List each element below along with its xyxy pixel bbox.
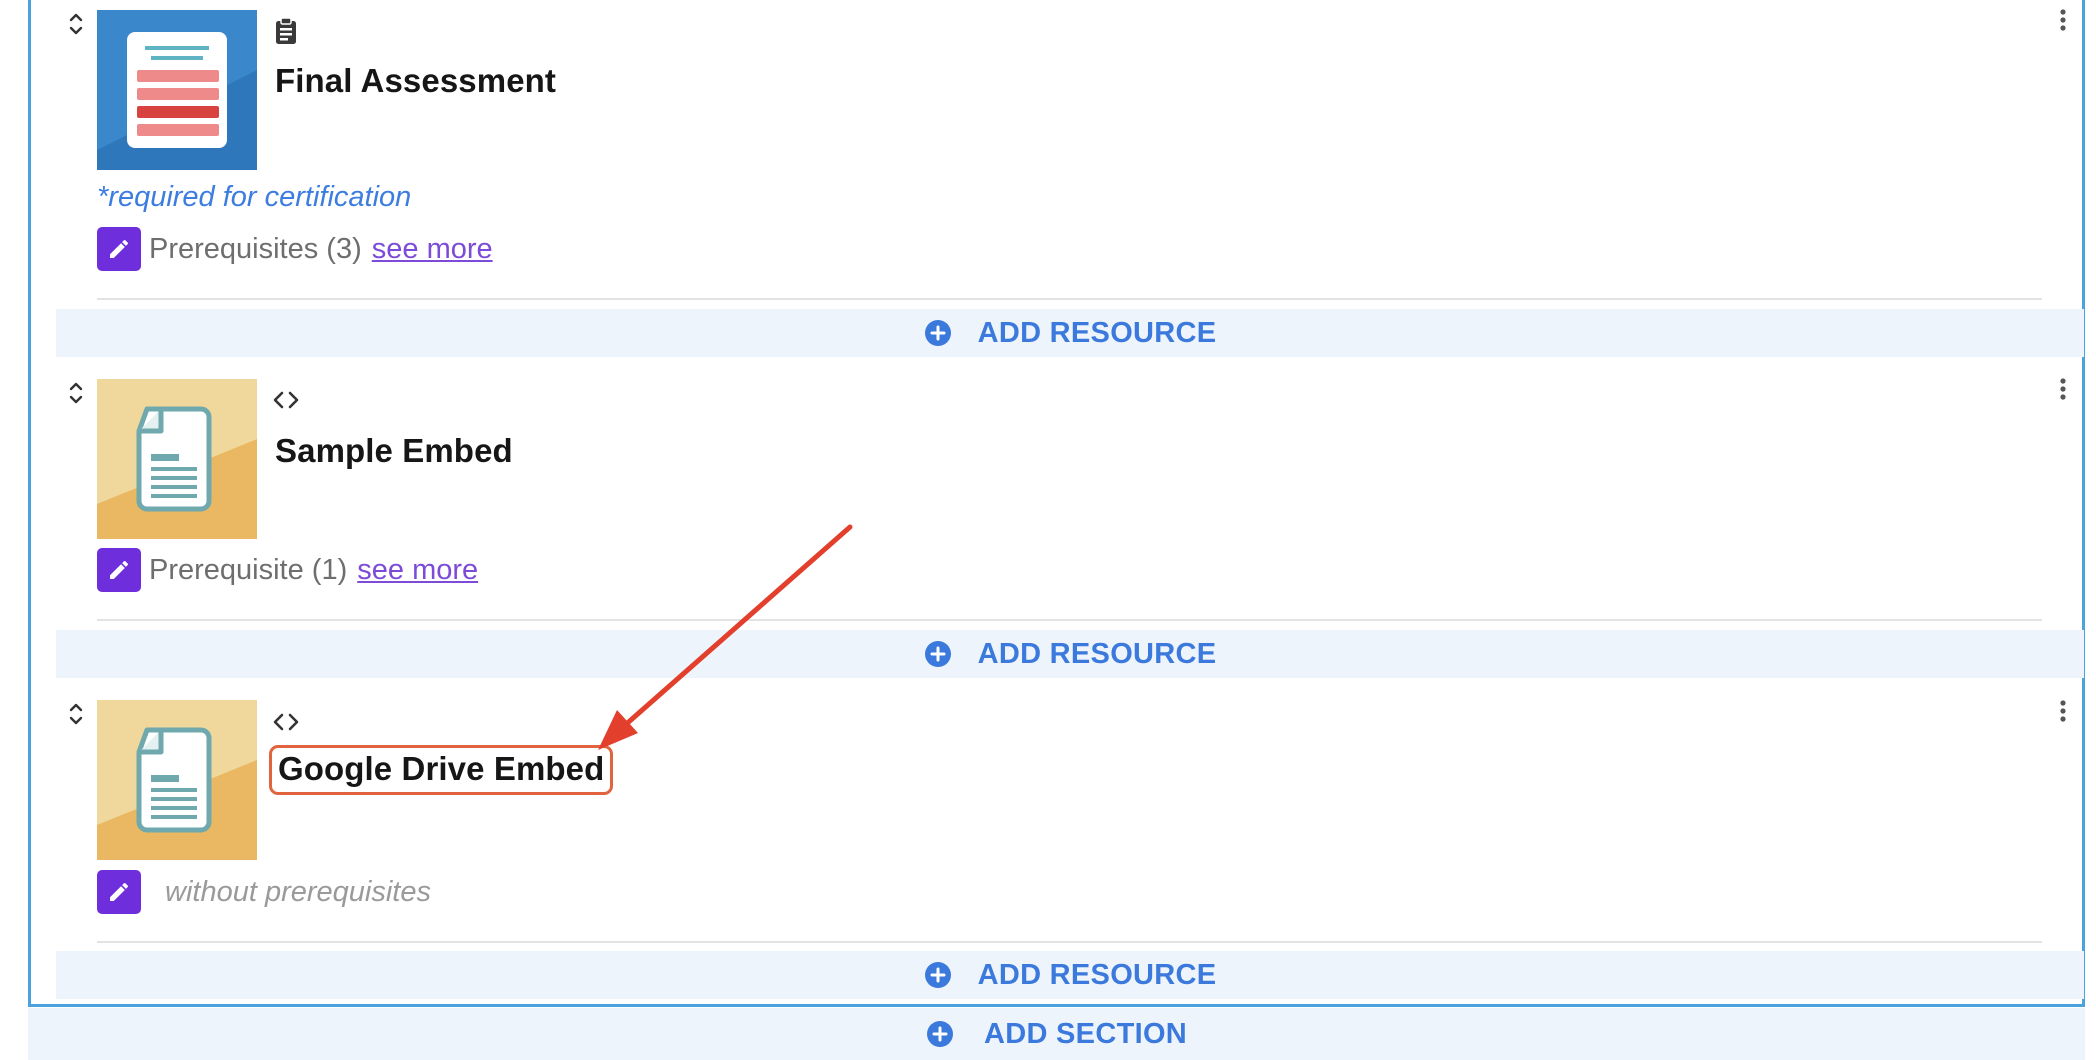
plus-circle-icon [926,1020,954,1048]
resource-title[interactable]: Final Assessment [275,62,556,100]
reorder-handle[interactable] [66,379,86,407]
resource-item-google-drive-embed: Google Drive Embed without prerequisites [31,691,2082,953]
pencil-icon [110,882,129,901]
divider [97,619,2042,621]
add-section-label: ADD SECTION [983,1017,1188,1050]
plus-circle-icon [924,319,952,347]
prerequisites-row: without prerequisites [97,869,431,915]
edit-prerequisites-button[interactable] [97,227,141,271]
reorder-handle[interactable] [66,700,86,728]
document-thumbnail [97,700,257,860]
resource-title[interactable]: Sample Embed [275,432,513,470]
more-options-icon[interactable] [2056,697,2070,725]
add-resource-button[interactable]: ADD RESOURCE [56,309,2084,357]
prerequisites-row: Prerequisite (1) see more [97,547,478,593]
edit-prerequisites-button[interactable] [97,548,141,592]
chevron-up-down-icon [69,13,83,35]
code-brackets-icon [271,386,303,414]
prerequisites-count: Prerequisites (3) [149,232,362,265]
clipboard-icon [271,17,303,45]
add-resource-label: ADD RESOURCE [977,316,1217,349]
divider [97,941,2042,943]
edit-prerequisites-button[interactable] [97,870,141,914]
resource-item-final-assessment: Final Assessment *required for certifica… [31,0,2082,306]
prerequisites-row: Prerequisites (3) see more [97,226,493,272]
resource-title[interactable]: Google Drive Embed [269,745,614,795]
see-more-link[interactable]: see more [357,554,478,587]
resource-item-sample-embed: Sample Embed Prerequisite (1) see more [31,369,2082,631]
pencil-icon [110,560,129,579]
pencil-icon [110,239,129,258]
no-prerequisites-text: without prerequisites [165,875,431,908]
add-section-button[interactable]: ADD SECTION [28,1008,2085,1060]
certification-note: *required for certification [97,181,412,213]
add-resource-button[interactable]: ADD RESOURCE [56,630,2084,678]
reorder-handle[interactable] [66,10,86,38]
add-resource-button[interactable]: ADD RESOURCE [56,951,2084,999]
add-resource-label: ADD RESOURCE [977,958,1217,991]
chevron-up-down-icon [69,382,83,404]
plus-circle-icon [924,961,952,989]
document-thumbnail [97,379,257,539]
prerequisites-count: Prerequisite (1) [149,553,348,586]
code-brackets-icon [271,708,303,736]
add-resource-label: ADD RESOURCE [977,637,1217,670]
divider [97,298,2042,300]
more-options-icon[interactable] [2056,6,2070,34]
plus-circle-icon [924,640,952,668]
more-options-icon[interactable] [2056,375,2070,403]
assessment-thumbnail [97,10,257,170]
chevron-up-down-icon [69,703,83,725]
course-section: Final Assessment *required for certifica… [28,0,2085,1007]
see-more-link[interactable]: see more [372,233,493,266]
